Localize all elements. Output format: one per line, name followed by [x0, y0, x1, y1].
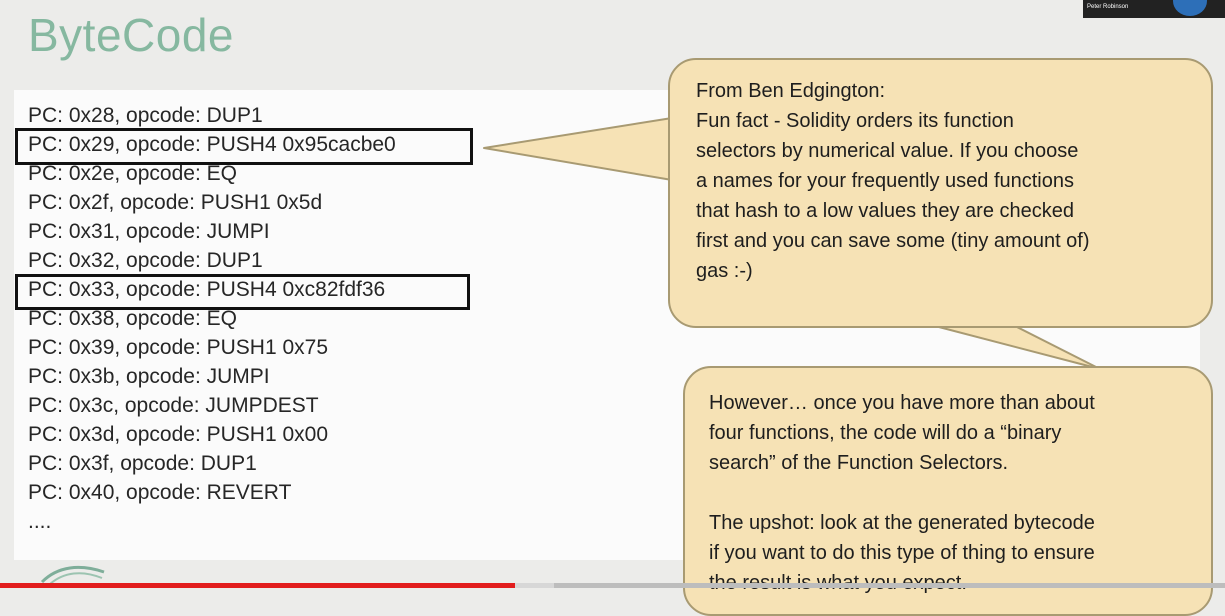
callout-binary-search: However… once you have more than about f…: [683, 366, 1213, 616]
callout-fun-fact: From Ben Edgington: Fun fact - Solidity …: [668, 58, 1213, 328]
callout-line: selectors by numerical value. If you cho…: [696, 140, 1079, 162]
callout-line: gas :-): [696, 260, 753, 282]
callout-line: [709, 478, 1191, 508]
callout-line: first and you can save some (tiny amount…: [696, 230, 1090, 252]
callout-line: From Ben Edgington:: [696, 80, 885, 102]
callout-line: if you want to do this type of thing to …: [709, 542, 1095, 564]
callout-1-pointer: [483, 117, 673, 181]
callout-line: that hash to a low values they are check…: [696, 200, 1075, 222]
callout-line: Fun fact - Solidity orders its function: [696, 110, 1014, 132]
video-progress-bar[interactable]: [0, 583, 1225, 588]
wing-logo-icon: [40, 565, 105, 584]
callout-line: However… once you have more than about: [709, 392, 1095, 414]
video-buffer-bar: [514, 583, 554, 588]
video-played-bar: [0, 583, 515, 588]
callout-line: a names for your frequently used functio…: [696, 170, 1074, 192]
callout-2-pointer: [934, 325, 1101, 370]
callout-line: four functions, the code will do a “bina…: [709, 422, 1062, 444]
callout-line: The upshot: look at the generated byteco…: [709, 512, 1095, 534]
callout-line: search” of the Function Selectors.: [709, 452, 1009, 474]
